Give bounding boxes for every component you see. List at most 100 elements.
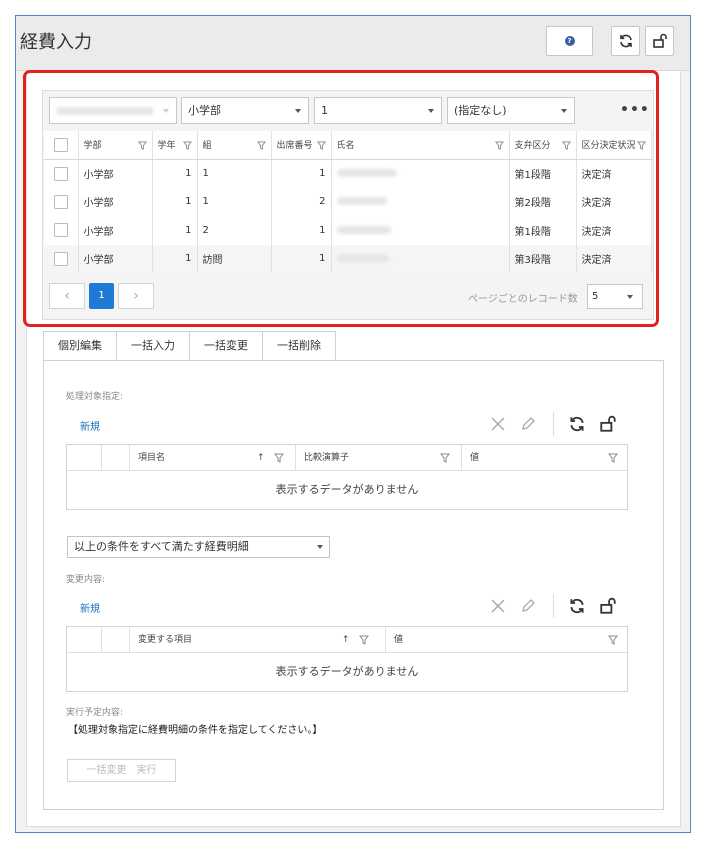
- target-grid-header: 項目名 ↑ 比較演算子 値: [67, 445, 627, 471]
- column-header-change-value[interactable]: 値: [385, 627, 627, 653]
- close-icon[interactable]: [489, 597, 507, 615]
- toolbar-divider: [553, 594, 554, 618]
- grade-cell: 1: [152, 244, 198, 273]
- grade-select[interactable]: 1: [314, 97, 442, 124]
- table-row[interactable]: 小学部 1 訪問 1 第3段階 決定済: [44, 244, 652, 273]
- filter-icon[interactable]: [561, 141, 571, 150]
- records-per-page-select[interactable]: 5: [587, 284, 643, 309]
- unlock-icon[interactable]: [599, 415, 617, 433]
- chevron-down-icon: [627, 295, 633, 299]
- unlock-icon: [652, 33, 667, 48]
- select-all-cell[interactable]: [44, 131, 79, 160]
- target-new-link[interactable]: 新規: [80, 418, 100, 433]
- column-header[interactable]: 区分決定状況: [576, 131, 652, 160]
- refresh-icon[interactable]: [568, 415, 586, 433]
- target-label: 処理対象指定:: [66, 392, 124, 402]
- tab-bulk-change[interactable]: 一括変更: [189, 331, 262, 361]
- filter-icon[interactable]: [359, 635, 369, 645]
- row-select-cell[interactable]: [44, 159, 79, 188]
- row-checkbox[interactable]: [53, 166, 68, 181]
- close-icon[interactable]: [489, 415, 507, 433]
- row-checkbox[interactable]: [53, 251, 68, 266]
- row-select-cell[interactable]: [44, 216, 79, 245]
- unlock-button[interactable]: [645, 26, 674, 56]
- change-new-link[interactable]: 新規: [80, 600, 100, 615]
- chevron-down-icon: [428, 109, 434, 113]
- tab-bulk-delete[interactable]: 一括削除: [262, 331, 336, 361]
- records-per-page-value: 5: [592, 291, 599, 302]
- table-row[interactable]: 小学部 1 2 1 第1段階 決定済: [44, 216, 652, 245]
- chevron-down-icon: [163, 109, 169, 113]
- filter-icon[interactable]: [137, 141, 147, 150]
- toolbar-divider: [553, 412, 554, 436]
- column-header-change-item[interactable]: 変更する項目 ↑: [129, 627, 385, 653]
- column-header[interactable]: 氏名: [331, 131, 510, 160]
- name-cell: [331, 244, 510, 273]
- unlock-icon[interactable]: [599, 597, 617, 615]
- pager-next-button[interactable]: ›: [118, 283, 154, 309]
- table-row[interactable]: 小学部 1 1 2 第2段階 決定済: [44, 187, 652, 216]
- filter-icon[interactable]: [608, 635, 618, 645]
- dept-select[interactable]: 小学部: [181, 97, 309, 124]
- empty-message: 表示するデータがありません: [275, 665, 419, 678]
- class-cell: 2: [197, 216, 272, 245]
- pencil-icon[interactable]: [519, 415, 537, 433]
- column-header[interactable]: 学部: [78, 131, 153, 160]
- plan-text: 【処理対象指定に経費明細の条件を指定してください。】: [68, 725, 323, 736]
- more-menu-button[interactable]: •••: [620, 102, 650, 118]
- column-header[interactable]: 学年: [152, 131, 198, 160]
- column-header-operator[interactable]: 比較演算子: [295, 445, 461, 471]
- filter-icon[interactable]: [256, 141, 266, 150]
- status-cell: 決定済: [576, 187, 652, 216]
- sort-asc-icon[interactable]: ↑: [257, 445, 265, 471]
- page-title: 経費入力: [20, 32, 92, 53]
- refresh-icon[interactable]: [568, 597, 586, 615]
- dept-cell: 小学部: [78, 159, 153, 188]
- bulk-change-execute-button[interactable]: 一括変更 実行: [67, 759, 176, 782]
- class-cell: 1: [197, 187, 272, 216]
- column-header[interactable]: 出席番号: [271, 131, 332, 160]
- pager-page-current[interactable]: 1: [89, 283, 114, 309]
- filter-icon[interactable]: [316, 141, 326, 150]
- table-row[interactable]: 小学部 1 1 1 第1段階 決定済: [44, 159, 652, 188]
- status-cell: 決定済: [576, 244, 652, 273]
- redacted-text: [336, 169, 397, 177]
- row-checkbox[interactable]: [53, 194, 68, 209]
- select-all-checkbox[interactable]: [53, 137, 68, 152]
- change-label: 変更内容:: [66, 575, 106, 585]
- row-select-cell[interactable]: [44, 244, 79, 273]
- row-select-cell[interactable]: [44, 187, 79, 216]
- column-header[interactable]: 組: [197, 131, 272, 160]
- pager-prev-button[interactable]: ‹: [49, 283, 85, 309]
- condition-select[interactable]: 以上の条件をすべて満たす経費明細: [67, 536, 330, 558]
- grade-cell: 1: [152, 216, 198, 245]
- help-button[interactable]: ?: [546, 26, 593, 56]
- tab-individual-edit[interactable]: 個別編集: [43, 331, 116, 361]
- filter-icon[interactable]: [274, 453, 284, 463]
- status-cell: 決定済: [576, 159, 652, 188]
- filter-icon[interactable]: [608, 453, 618, 463]
- dept-cell: 小学部: [78, 187, 153, 216]
- chevron-down-icon: [317, 545, 323, 549]
- year-select[interactable]: [49, 97, 177, 124]
- refresh-button[interactable]: [611, 26, 640, 56]
- redacted-text: [56, 107, 154, 115]
- column-header[interactable]: 支弁区分: [509, 131, 577, 160]
- sort-asc-icon[interactable]: ↑: [342, 627, 350, 653]
- number-cell: 1: [271, 216, 332, 245]
- grade-select-value: 1: [321, 104, 328, 117]
- column-header-item[interactable]: 項目名 ↑: [129, 445, 295, 471]
- column-header-value[interactable]: 値: [461, 445, 627, 471]
- column-divider: [101, 445, 102, 471]
- tab-bulk-input[interactable]: 一括入力: [116, 331, 189, 361]
- row-checkbox[interactable]: [53, 223, 68, 238]
- chevron-down-icon: [561, 109, 567, 113]
- filter-icon[interactable]: [440, 453, 450, 463]
- name-cell: [331, 159, 510, 188]
- pencil-icon[interactable]: [519, 597, 537, 615]
- filter-icon[interactable]: [182, 141, 192, 150]
- change-content-grid: 変更する項目 ↑ 値 表示するデータがありません: [66, 626, 628, 692]
- filter-icon[interactable]: [494, 141, 504, 150]
- filter-icon[interactable]: [636, 141, 646, 150]
- category-select[interactable]: (指定なし): [447, 97, 575, 124]
